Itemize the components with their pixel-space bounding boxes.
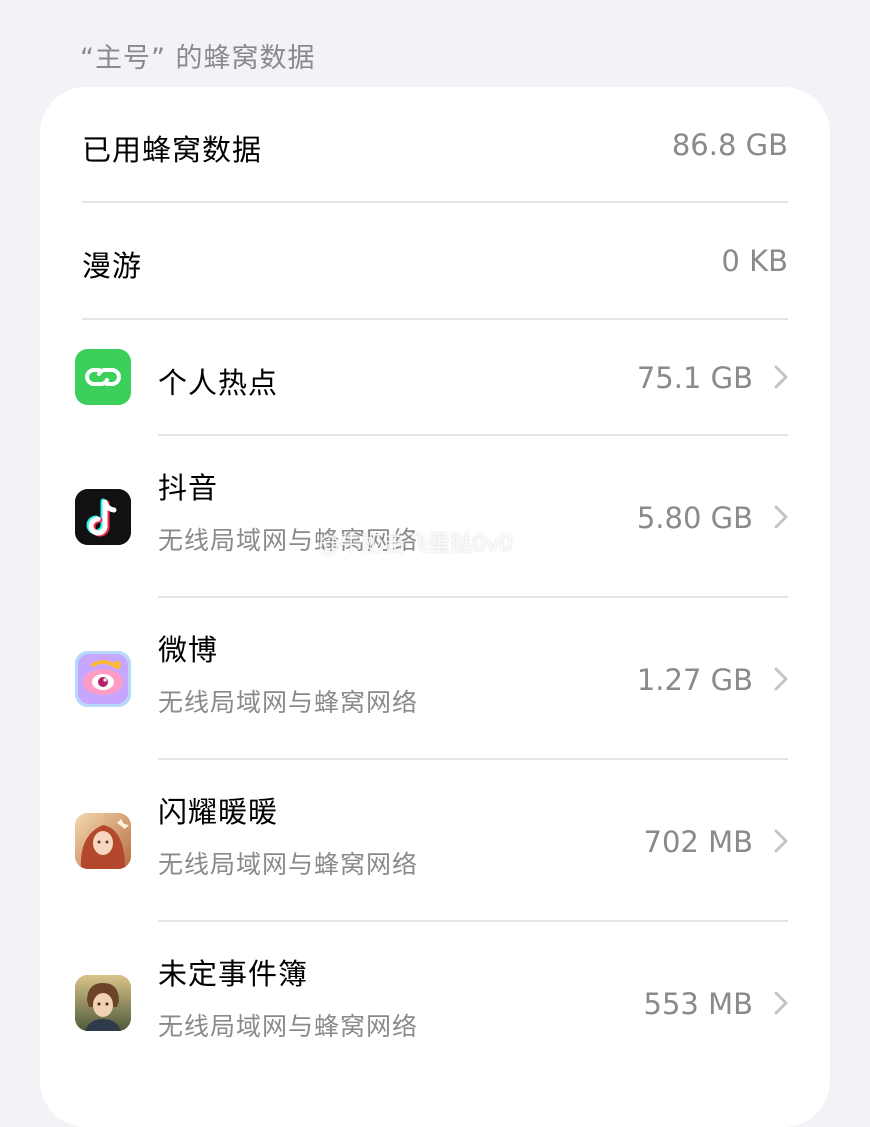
cellular-data-card: 已用蜂窝数据 86.8 GB 漫游 0 KB 个人热点 75.1 GB 抖音 无…	[40, 87, 830, 1127]
section-header: “主号” 的蜂窝数据	[80, 43, 316, 74]
app-usage: 75.1 GB	[636, 361, 753, 395]
chevron-right-icon	[774, 829, 788, 853]
used-cellular-data-row: 已用蜂窝数据 86.8 GB	[40, 87, 830, 203]
app-usage: 1.27 GB	[636, 663, 753, 697]
app-subtitle: 无线局域网与蜂窝网络	[158, 1012, 419, 1041]
app-row-weibo[interactable]: 微博 无线局域网与蜂窝网络 1.27 GB	[40, 597, 830, 759]
app-subtitle: 无线局域网与蜂窝网络	[158, 526, 419, 555]
personal-hotspot-icon	[75, 349, 131, 405]
app-name: 未定事件簿	[158, 957, 309, 991]
chevron-right-icon	[774, 365, 788, 389]
chevron-right-icon	[774, 505, 788, 529]
app-usage: 5.80 GB	[636, 501, 753, 535]
roaming-label: 漫游	[82, 249, 143, 283]
app-usage: 553 MB	[643, 987, 754, 1021]
weibo-icon	[75, 651, 131, 707]
tears-of-themis-icon	[75, 975, 131, 1031]
app-name: 微博	[158, 633, 219, 667]
app-row-tears-of-themis[interactable]: 未定事件簿 无线局域网与蜂窝网络 553 MB	[40, 921, 830, 1083]
app-row-shining-nikki[interactable]: 闪耀暖暖 无线局域网与蜂窝网络 702 MB	[40, 759, 830, 921]
app-row-personal-hotspot[interactable]: 个人热点 75.1 GB	[40, 319, 830, 435]
douyin-icon	[75, 489, 131, 545]
shining-nikki-icon	[75, 813, 131, 869]
roaming-value: 0 KB	[721, 244, 788, 278]
app-subtitle: 无线局域网与蜂窝网络	[158, 688, 419, 717]
app-name: 个人热点	[158, 366, 279, 400]
app-name: 抖音	[158, 471, 219, 505]
app-row-douyin[interactable]: 抖音 无线局域网与蜂窝网络 5.80 GB	[40, 435, 830, 597]
used-cellular-data-label: 已用蜂窝数据	[82, 133, 263, 167]
used-cellular-data-value: 86.8 GB	[671, 128, 788, 162]
roaming-row: 漫游 0 KB	[40, 203, 830, 319]
chevron-right-icon	[774, 667, 788, 691]
chevron-right-icon	[774, 991, 788, 1015]
app-name: 闪耀暖暖	[158, 795, 279, 829]
app-usage: 702 MB	[643, 825, 754, 859]
app-subtitle: 无线局域网与蜂窝网络	[158, 850, 419, 879]
